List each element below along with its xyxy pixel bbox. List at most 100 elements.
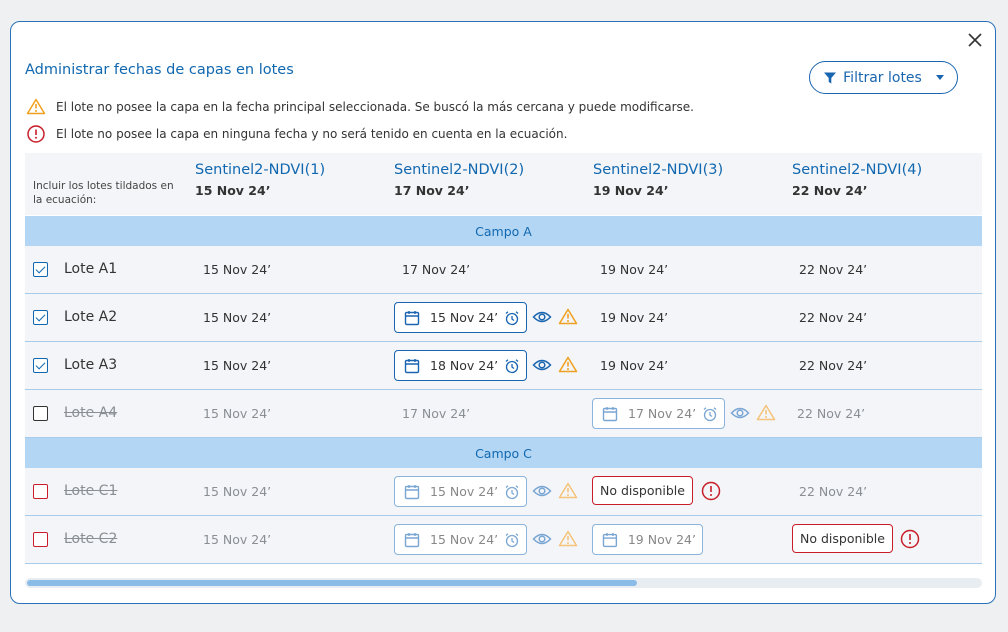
calendar-icon (404, 532, 420, 547)
lote-name: Lote A1 (64, 261, 118, 277)
column-date: 19 Nov 24’ (593, 183, 669, 198)
date-picker-input[interactable]: 18 Nov 24’ (394, 350, 527, 381)
alarm-clock-icon[interactable] (504, 310, 520, 326)
group-header-campo-c: Campo C (25, 438, 982, 468)
date-picker-input[interactable]: 15 Nov 24’ (394, 476, 527, 507)
legend-error: El lote no posee la capa en ninguna fech… (26, 125, 567, 143)
warning-icon (558, 482, 578, 499)
date-picker-input[interactable]: 19 Nov 24’ (592, 524, 703, 555)
warning-icon (756, 404, 776, 421)
alarm-clock-icon[interactable] (504, 532, 520, 548)
group-name: Campo C (475, 445, 532, 461)
layer-date: 19 Nov 24’ (600, 358, 669, 373)
column-name: Sentinel2-NDVI(4) (792, 162, 923, 178)
alarm-clock-icon[interactable] (504, 484, 520, 500)
lote-name: Lote A2 (64, 309, 118, 325)
table-header: Incluir los lotes tildados en la ecuació… (25, 153, 982, 215)
column-header-1: Sentinel2-NDVI(1) 15 Nov 24’ (195, 162, 325, 198)
column-date: 22 Nov 24’ (792, 183, 868, 198)
eye-icon[interactable] (730, 405, 750, 421)
calendar-icon (602, 532, 618, 547)
layer-date: 15 Nov 24’ (203, 358, 272, 373)
include-checkbox[interactable] (33, 262, 48, 277)
date-value: 19 Nov 24’ (627, 532, 696, 547)
lote-name: Lote A3 (64, 357, 118, 373)
layer-date: 22 Nov 24’ (799, 484, 868, 499)
not-available-text: No disponible (800, 531, 885, 546)
date-value: 15 Nov 24’ (430, 310, 499, 325)
table-row: Lote A3 15 Nov 24’ 18 Nov 24’ 19 Nov 24’… (25, 342, 982, 390)
calendar-icon (404, 358, 420, 373)
include-checkbox[interactable] (33, 310, 48, 325)
layer-date: 22 Nov 24’ (799, 262, 868, 277)
include-checkbox[interactable] (33, 358, 48, 373)
calendar-icon (404, 310, 420, 325)
close-icon[interactable] (965, 30, 985, 50)
column-name: Sentinel2-NDVI(1) (195, 162, 326, 178)
layer-date: 19 Nov 24’ (600, 262, 669, 277)
error-icon (27, 125, 45, 143)
eye-icon[interactable] (532, 309, 552, 325)
legend-error-text: El lote no posee la capa en ninguna fech… (56, 127, 568, 141)
table-row: Lote A1 15 Nov 24’ 17 Nov 24’ 19 Nov 24’… (25, 246, 982, 294)
include-label: Incluir los lotes tildados en la ecuació… (33, 180, 174, 206)
table-row: Lote C2 15 Nov 24’ 15 Nov 24’ 19 Nov 24’… (25, 516, 982, 564)
manage-layer-dates-modal: Administrar fechas de capas en lotes Fil… (10, 21, 996, 604)
error-icon (701, 481, 721, 501)
lote-name: Lote C1 (64, 483, 118, 499)
not-available-badge: No disponible (792, 524, 893, 553)
legend-warning-text: El lote no posee la capa en la fecha pri… (56, 99, 694, 114)
layer-date: 15 Nov 24’ (203, 532, 272, 547)
column-header-3: Sentinel2-NDVI(3) 19 Nov 24’ (593, 162, 723, 198)
layer-date: 17 Nov 24’ (402, 262, 471, 277)
chevron-down-icon (935, 75, 944, 80)
legend-warning: El lote no posee la capa en la fecha pri… (26, 98, 694, 115)
layer-date: 22 Nov 24’ (799, 358, 868, 373)
include-checkbox[interactable] (33, 406, 48, 421)
date-picker-input[interactable]: 15 Nov 24’ (394, 524, 527, 555)
date-value: 15 Nov 24’ (430, 532, 499, 547)
eye-icon[interactable] (532, 483, 552, 499)
layer-date: 15 Nov 24’ (203, 484, 272, 499)
warning-icon (558, 356, 578, 373)
column-name: Sentinel2-NDVI(2) (394, 162, 525, 178)
layer-date: 15 Nov 24’ (203, 406, 272, 421)
scrollbar-thumb[interactable] (27, 580, 637, 586)
error-icon (900, 529, 920, 549)
alarm-clock-icon[interactable] (504, 358, 520, 374)
close-button[interactable] (965, 30, 985, 50)
date-picker-input[interactable]: 17 Nov 24’ (592, 398, 725, 429)
date-value: 18 Nov 24’ (430, 358, 499, 373)
alarm-clock-icon[interactable] (702, 406, 718, 422)
eye-icon[interactable] (532, 531, 552, 547)
calendar-icon (404, 484, 420, 499)
date-value: 17 Nov 24’ (628, 406, 697, 421)
filter-lotes-button[interactable]: Filtrar lotes (809, 61, 958, 94)
warning-icon (558, 530, 578, 547)
not-available-badge: No disponible (592, 476, 693, 505)
modal-title: Administrar fechas de capas en lotes (25, 62, 294, 78)
group-header-campo-a: Campo A (25, 216, 982, 246)
layer-date: 17 Nov 24’ (402, 406, 471, 421)
group-name: Campo A (475, 223, 532, 239)
table-row: Lote A2 15 Nov 24’ 15 Nov 24’ 19 Nov 24’… (25, 294, 982, 342)
warning-icon (26, 98, 46, 115)
calendar-icon (602, 406, 618, 421)
filter-icon (824, 72, 837, 83)
layer-date: 22 Nov 24’ (799, 310, 868, 325)
eye-icon[interactable] (532, 357, 552, 373)
horizontal-scrollbar[interactable] (25, 578, 982, 588)
column-date: 17 Nov 24’ (394, 183, 470, 198)
layer-date: 22 Nov 24’ (797, 406, 866, 421)
column-date: 15 Nov 24’ (195, 183, 271, 198)
warning-icon (558, 308, 578, 325)
lote-name: Lote A4 (64, 405, 118, 421)
include-checkbox[interactable] (33, 484, 48, 499)
table-row: Lote C1 15 Nov 24’ 15 Nov 24’ No disponi… (25, 468, 982, 516)
include-checkbox[interactable] (33, 532, 48, 547)
layer-date: 15 Nov 24’ (203, 310, 272, 325)
date-picker-input[interactable]: 15 Nov 24’ (394, 302, 527, 333)
column-header-2: Sentinel2-NDVI(2) 17 Nov 24’ (394, 162, 524, 198)
lote-name: Lote C2 (64, 531, 118, 547)
layer-date: 15 Nov 24’ (203, 262, 272, 277)
